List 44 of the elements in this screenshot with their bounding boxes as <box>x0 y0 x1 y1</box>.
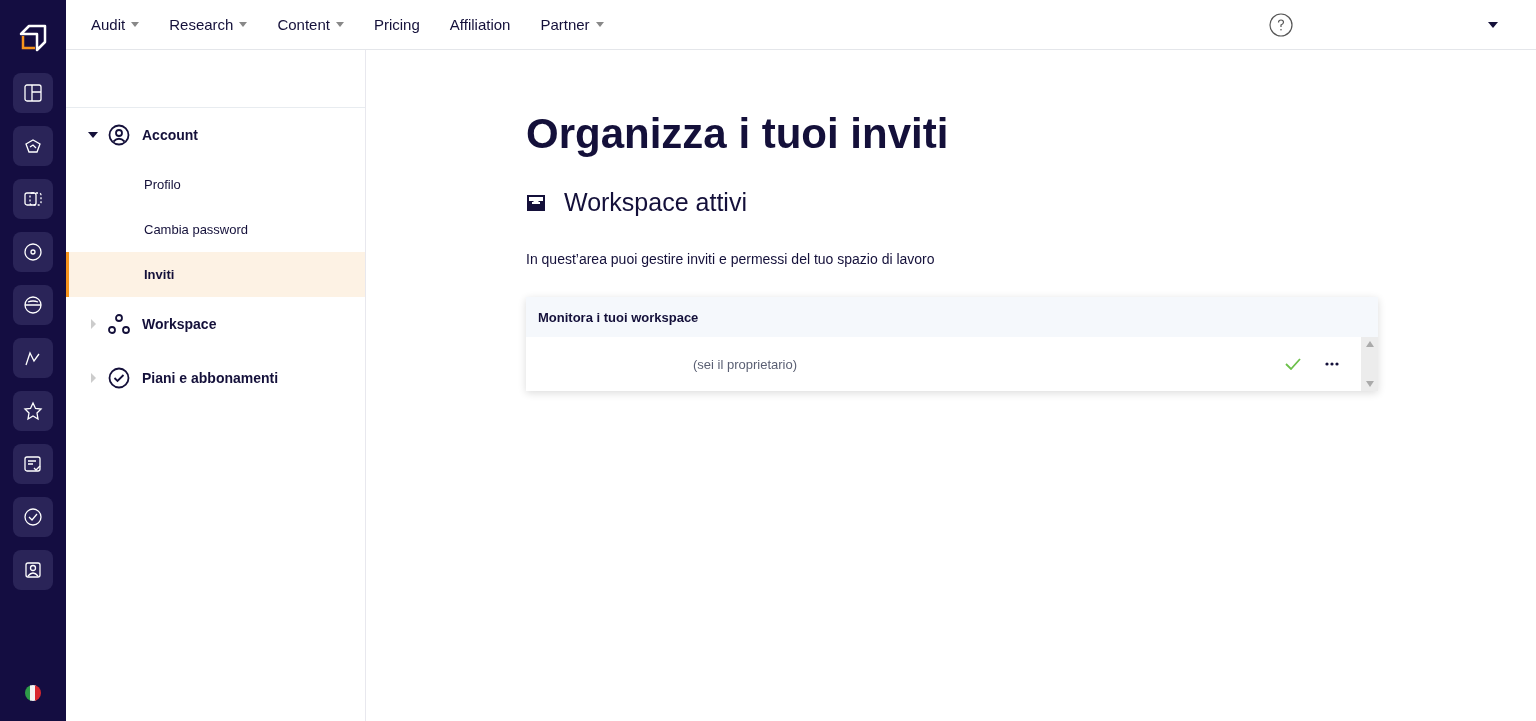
tool-icon <box>23 560 43 580</box>
rail-button[interactable] <box>13 497 53 537</box>
sidebar-item[interactable]: Inviti <box>66 252 365 297</box>
inbox-icon <box>526 193 546 212</box>
nav-link[interactable]: Content <box>277 16 344 33</box>
nav-link[interactable]: Affiliation <box>449 16 511 33</box>
help-icon[interactable] <box>1269 12 1293 37</box>
sidebar-section[interactable]: Piani e abbonamenti <box>66 351 365 405</box>
rail-button[interactable] <box>13 126 53 166</box>
rail-button[interactable] <box>13 391 53 431</box>
tool-icon <box>23 83 43 103</box>
sidebar-section[interactable]: Account <box>66 108 365 162</box>
section-title: Workspace attivi <box>564 188 747 217</box>
rail-button[interactable] <box>13 444 53 484</box>
sidebar-item[interactable]: Profilo <box>66 162 365 207</box>
tool-icon <box>23 401 43 421</box>
rail-button[interactable] <box>13 550 53 590</box>
rail-button[interactable] <box>13 285 53 325</box>
table-header: Monitora i tuoi workspace <box>526 297 1378 337</box>
section-icon <box>108 124 130 146</box>
table-cell-text: (sei il proprietario) <box>692 356 799 372</box>
rail-button[interactable] <box>13 232 53 272</box>
section-icon <box>108 367 130 389</box>
more-icon[interactable] <box>1325 362 1339 366</box>
sidebar-item[interactable]: Cambia password <box>66 207 365 252</box>
rail-button[interactable] <box>13 73 53 113</box>
nav-link[interactable]: Audit <box>91 16 140 33</box>
description-text: In quest’area puoi gestire inviti e permessi del tuo spazio di lavoro <box>526 251 936 267</box>
tool-icon <box>23 189 43 209</box>
tool-icon <box>23 454 43 474</box>
flag-icon[interactable] <box>25 685 41 701</box>
nav-link[interactable]: Research <box>169 16 248 33</box>
tool-icon <box>23 295 43 315</box>
tool-icon <box>23 507 43 527</box>
nav-link[interactable]: Partner <box>540 16 604 33</box>
caret-icon[interactable] <box>1488 21 1498 28</box>
logo-icon <box>17 22 49 54</box>
nav-link[interactable]: Pricing <box>373 16 420 33</box>
sidebar-section[interactable]: Workspace <box>66 297 365 351</box>
section-icon <box>108 313 130 335</box>
page-title: Organizza i tuoi inviti <box>526 110 950 158</box>
rail-button[interactable] <box>13 338 53 378</box>
rail-button[interactable] <box>13 179 53 219</box>
tool-icon <box>23 242 43 262</box>
